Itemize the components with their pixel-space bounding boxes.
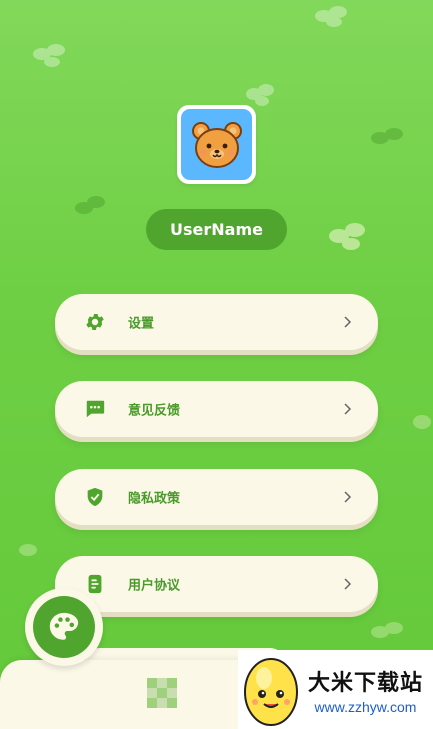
clover-decoration [244, 80, 278, 108]
menu-item-label: 用户协议 [128, 578, 181, 594]
profile-screen: UserName 设置 意见反馈 隐私政策 用户协议 大米下载站 www.zzh… [0, 0, 433, 729]
palette-button[interactable] [25, 588, 103, 666]
shield-check-icon [84, 486, 106, 508]
chevron-right-icon [344, 578, 352, 590]
clover-decoration [72, 192, 112, 222]
menu-item-settings[interactable]: 设置 [55, 294, 378, 350]
menu-item-privacy-policy[interactable]: 隐私政策 [55, 469, 378, 525]
egg-mascot-logo [244, 657, 298, 726]
username-badge[interactable]: UserName [146, 209, 287, 250]
palette-icon [33, 596, 95, 658]
menu-item-label: 设置 [128, 316, 155, 332]
clover-decoration [312, 2, 352, 30]
watermark-title: 大米下载站 [308, 670, 424, 696]
clover-decoration [30, 40, 70, 70]
watermark-url: www.zzhyw.com [314, 698, 417, 715]
qr-code-icon[interactable] [147, 678, 177, 708]
menu-item-user-agreement[interactable]: 用户协议 [55, 556, 378, 612]
chevron-right-icon [344, 403, 352, 415]
document-icon [84, 573, 106, 595]
menu-item-label: 意见反馈 [128, 403, 181, 419]
menu-item-feedback[interactable]: 意见反馈 [55, 381, 378, 437]
clover-decoration [325, 218, 371, 254]
clover-decoration [410, 408, 433, 438]
site-watermark: 大米下载站 www.zzhyw.com [238, 650, 433, 729]
clover-decoration [368, 618, 408, 644]
avatar[interactable] [177, 105, 256, 184]
gear-icon [84, 311, 106, 333]
menu-item-label: 隐私政策 [128, 491, 181, 507]
chevron-right-icon [344, 316, 352, 328]
chevron-right-icon [344, 491, 352, 503]
clover-decoration [16, 540, 40, 560]
bear-avatar-icon [181, 109, 252, 180]
chat-bubble-icon [84, 398, 106, 420]
clover-decoration [368, 122, 408, 152]
